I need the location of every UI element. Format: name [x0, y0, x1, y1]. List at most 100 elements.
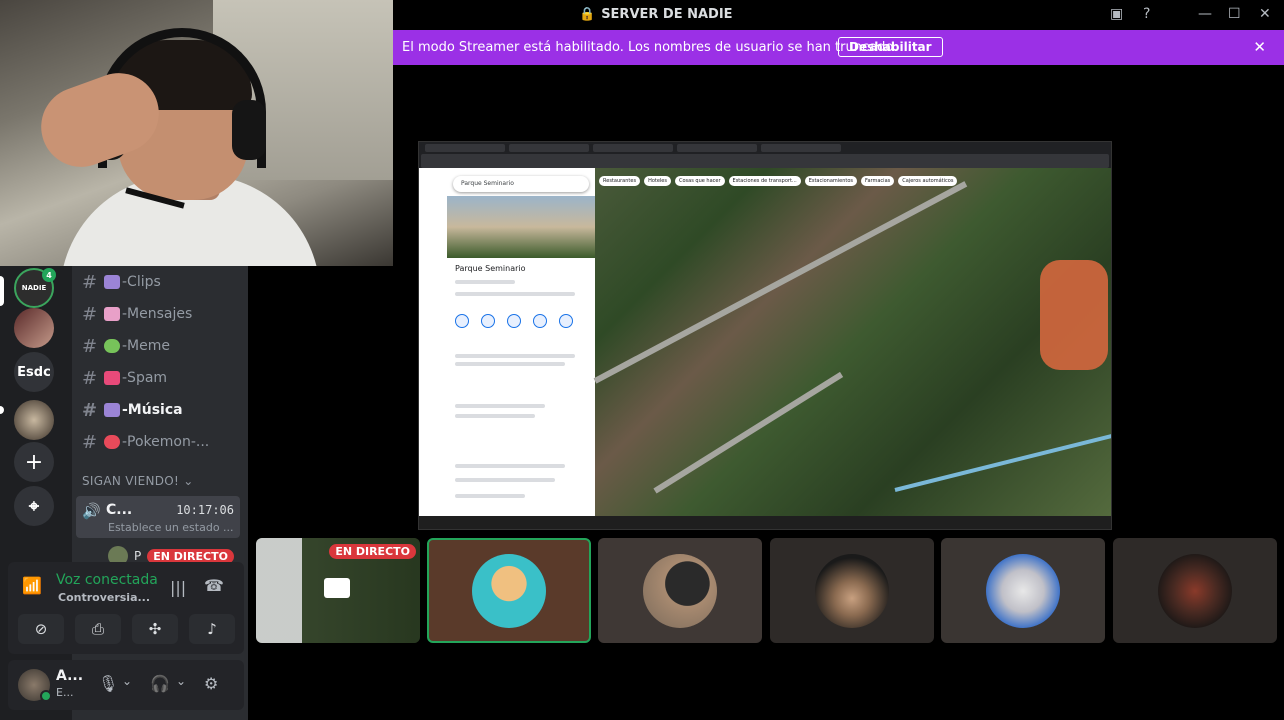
hash-icon: # — [82, 431, 98, 453]
category-label: SIGAN VIENDO! — [82, 474, 180, 488]
channel-mensajes[interactable]: # -Mensajes — [82, 300, 192, 328]
avatar — [986, 553, 1060, 628]
place-photo — [447, 196, 595, 258]
hash-icon: # — [82, 271, 98, 293]
avatar — [1158, 553, 1232, 628]
voice-connected-title: Voz conectada — [56, 572, 158, 588]
map-chip: Cajeros automáticos — [898, 176, 958, 186]
map-road — [653, 371, 844, 494]
microphone-icon[interactable]: 🎙 — [98, 674, 118, 693]
help-icon[interactable]: ? — [1143, 6, 1150, 22]
voice-channel-name: C... — [106, 502, 133, 518]
username: A... — [56, 668, 84, 684]
chevron-down-icon[interactable]: ⌄ — [176, 674, 186, 688]
server-nadie-label: NADIE — [21, 284, 47, 292]
maximize-icon[interactable]: ☐ — [1228, 6, 1241, 22]
explore-servers-icon[interactable]: ⌖ — [14, 486, 54, 526]
map-road — [593, 181, 968, 384]
hash-icon: # — [82, 303, 98, 325]
tile-participant[interactable] — [770, 538, 934, 643]
tile-participant[interactable] — [427, 538, 591, 643]
shared-screen-stream[interactable]: Parque Seminario Parque Seminario Restau… — [418, 141, 1112, 530]
window-title-text: SERVER DE NADIE — [601, 7, 733, 22]
server-icon-avatar[interactable] — [14, 308, 54, 348]
channel-clips[interactable]: # -Clips — [82, 268, 161, 296]
map-chip: Estacionamientos — [804, 176, 858, 186]
channel-meme[interactable]: # -Meme — [82, 332, 170, 360]
tile-participant[interactable] — [941, 538, 1105, 643]
channel-label: -Spam — [122, 370, 168, 386]
place-name: Parque Seminario — [455, 264, 526, 273]
compass-icon: ⌖ — [28, 495, 40, 517]
noise-suppression-icon[interactable]: ||| — [170, 578, 186, 597]
map-category-chips: Restaurantes Hoteles Cosas que hacer Est… — [599, 176, 958, 186]
camera-off-button[interactable]: ⊘ — [18, 614, 64, 644]
channel-emoji — [104, 371, 120, 385]
avatar — [643, 553, 717, 628]
participant-tiles: EN DIRECTO — [256, 538, 1277, 644]
inbox-icon[interactable]: ▣ — [1110, 6, 1123, 22]
tile-participant[interactable] — [598, 538, 762, 643]
headphones-icon[interactable]: 🎧 — [150, 674, 170, 693]
hash-icon: # — [82, 335, 98, 357]
channel-musica[interactable]: # -Música — [82, 396, 183, 424]
server-icon-esdc[interactable]: Esdc — [14, 352, 54, 392]
activities-button[interactable]: ✣ — [132, 614, 178, 644]
signal-icon[interactable]: 📶 — [22, 576, 42, 595]
map-chip: Hoteles — [644, 176, 671, 186]
disable-streamer-button[interactable]: Deshabilitar — [838, 37, 943, 57]
tile-participant[interactable] — [1113, 538, 1277, 643]
channel-spam[interactable]: # -Spam — [82, 364, 167, 392]
place-hours-line — [455, 478, 555, 482]
user-status: E... — [56, 686, 74, 699]
category-header[interactable]: SIGAN VIENDO! ⌄ — [82, 474, 194, 488]
place-address-line — [455, 464, 565, 468]
place-desc-line — [455, 354, 575, 358]
disconnect-icon[interactable]: ☎ — [204, 576, 224, 595]
avatar — [815, 553, 889, 628]
place-web-line — [455, 494, 525, 498]
chevron-down-icon: ⌄ — [183, 474, 194, 488]
voice-connected-channel[interactable]: Controversia... — [58, 591, 150, 604]
close-banner-icon[interactable]: ✕ — [1253, 38, 1266, 56]
activities-icon: ✣ — [148, 620, 162, 638]
channel-emoji — [104, 275, 120, 289]
soundboard-button[interactable]: ♪ — [189, 614, 235, 644]
server-badge: 4 — [42, 268, 56, 282]
map-building — [1040, 260, 1108, 370]
tile-live-stream[interactable]: EN DIRECTO — [256, 538, 420, 643]
chevron-down-icon[interactable]: ⌄ — [122, 674, 132, 688]
channel-emoji — [104, 307, 120, 321]
server-selected-pill — [0, 276, 4, 306]
hash-icon: # — [82, 367, 98, 389]
streamer-mode-banner: El modo Streamer está habilitado. Los no… — [393, 30, 1284, 65]
minimize-icon[interactable]: — — [1198, 6, 1212, 22]
server-icon-nadie[interactable]: NADIE 4 — [14, 268, 56, 308]
map-chip: Estaciones de transport... — [728, 176, 801, 186]
channel-label: -Pokemon-... — [122, 434, 210, 450]
headphones-right-cup — [232, 100, 266, 160]
add-server-icon[interactable]: + — [14, 442, 54, 482]
gear-icon[interactable]: ⚙ — [204, 674, 218, 693]
server-icon-image[interactable] — [14, 400, 54, 440]
voice-member-name: P — [134, 549, 142, 563]
share-screen-button[interactable]: ⎙ — [75, 614, 121, 644]
browser-address-bar — [421, 154, 1109, 168]
channel-emoji — [104, 435, 120, 449]
live-badge: EN DIRECTO — [329, 544, 416, 559]
channel-pokemon[interactable]: # -Pokemon-... — [82, 428, 209, 456]
close-window-icon[interactable]: ✕ — [1259, 6, 1271, 22]
map-chip: Restaurantes — [599, 176, 641, 186]
place-sponsored-line — [455, 414, 535, 418]
webcam-overlay — [0, 0, 393, 266]
voice-channel-active[interactable]: 🔊 C... 10:17:06 Establece un estado ... — [76, 496, 240, 538]
maps-search-box: Parque Seminario — [453, 176, 589, 192]
channel-label: -Meme — [122, 338, 170, 354]
place-action-buttons — [455, 314, 573, 328]
channel-label: -Mensajes — [122, 306, 193, 322]
windows-taskbar — [419, 516, 1111, 529]
camera-off-icon: ⊘ — [34, 620, 48, 638]
maps-place-panel: Parque Seminario Parque Seminario — [447, 168, 595, 518]
window-title: 🔒 SERVER DE NADIE — [579, 7, 733, 22]
avatar — [472, 553, 546, 628]
